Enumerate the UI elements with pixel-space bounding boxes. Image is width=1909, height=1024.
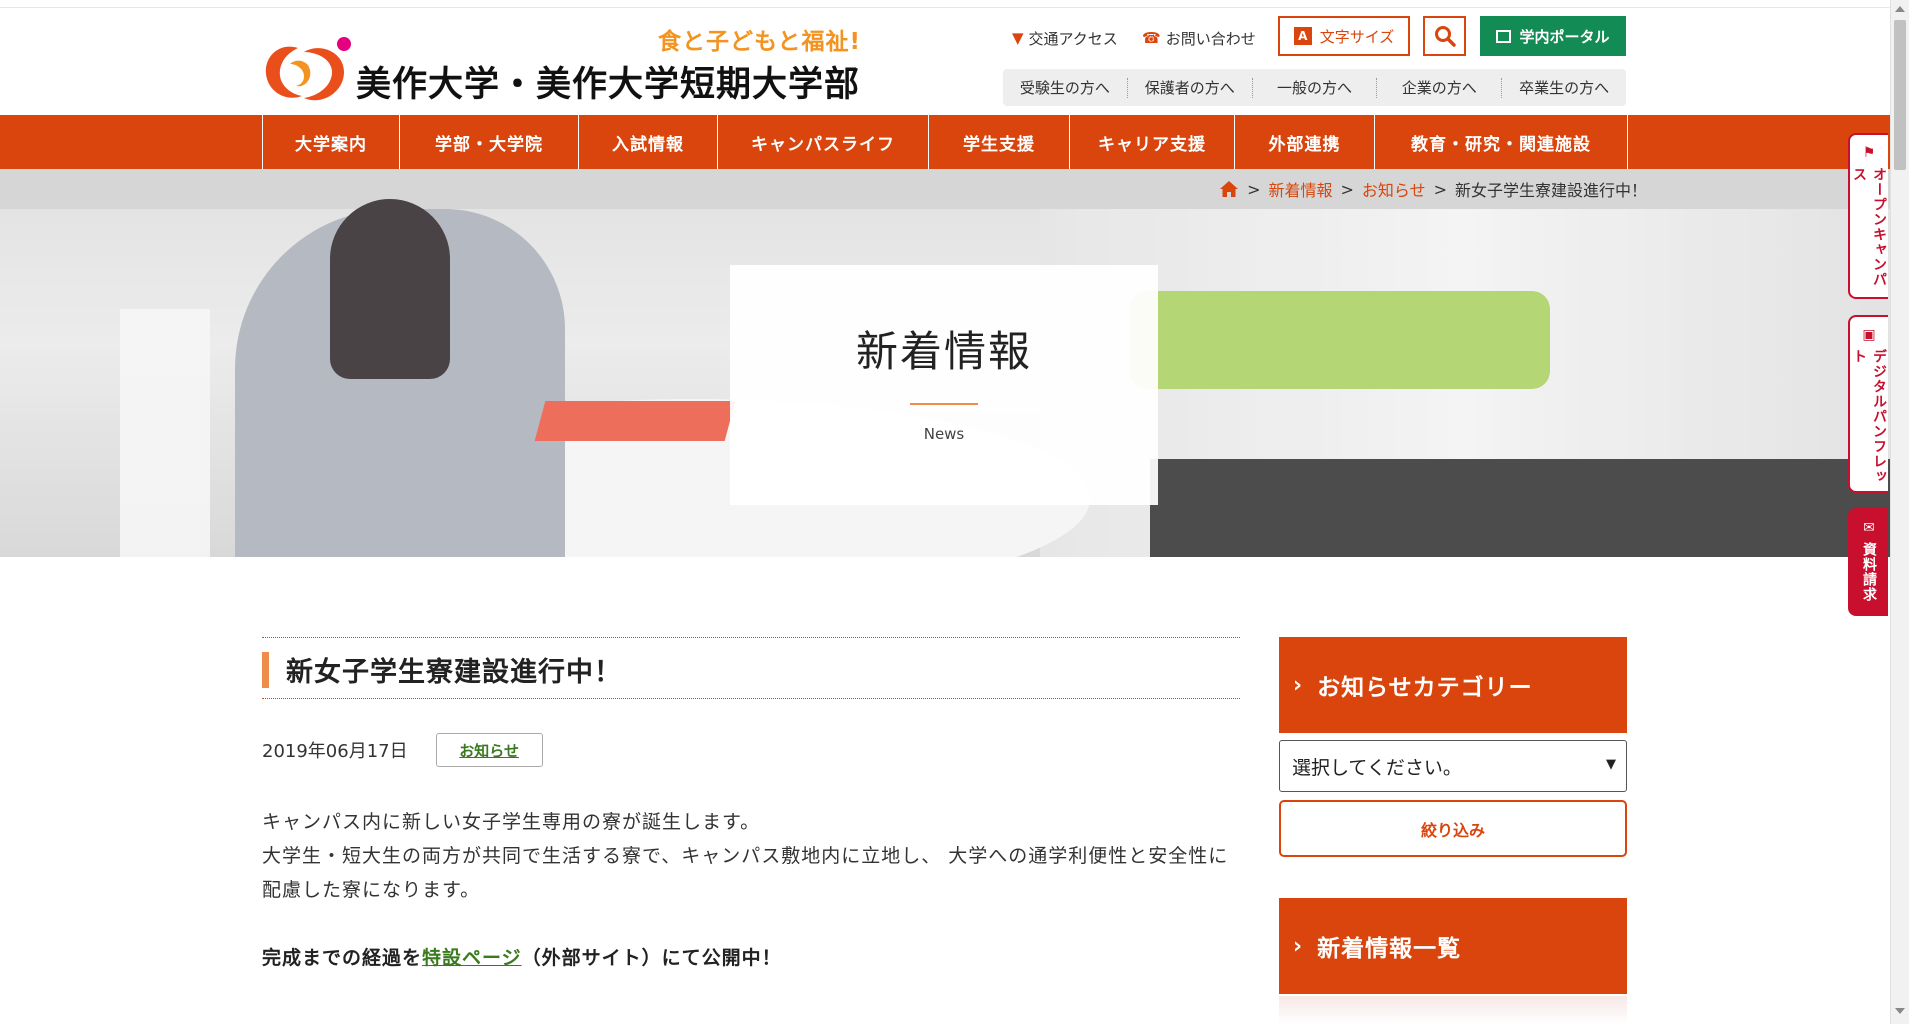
- audience-link-companies[interactable]: 企業の方へ: [1377, 77, 1503, 98]
- open-campus-tab[interactable]: ⚑ オープンキャンパス: [1848, 133, 1888, 299]
- special-page-link[interactable]: 特設ページ: [422, 947, 522, 969]
- nav-item-faculties[interactable]: 学部・大学院: [400, 115, 579, 169]
- mail-icon: ✉: [1863, 520, 1875, 536]
- nav-item-campus-life[interactable]: キャンパスライフ: [718, 115, 929, 169]
- digital-pamphlet-tab[interactable]: ▣ デジタルパンフレット: [1848, 315, 1888, 493]
- search-icon: [1434, 26, 1456, 47]
- breadcrumb: > 新着情報 > お知らせ > 新女子学生寮建設進行中！: [1219, 177, 1647, 201]
- hero-title-box: 新着情報 News: [730, 265, 1158, 505]
- access-label: 交通アクセス: [1028, 29, 1118, 48]
- page-scrollbar[interactable]: [1890, 0, 1909, 1024]
- nav-item-admissions[interactable]: 入試情報: [579, 115, 718, 169]
- site-header: 食と子どもと福祉! 美作大学・美作大学短期大学部 ▼ 交通アクセス ☎ お問い合…: [0, 8, 1890, 115]
- nav-item-external[interactable]: 外部連携: [1235, 115, 1375, 169]
- request-materials-tab[interactable]: ✉ 資料請求: [1848, 508, 1888, 616]
- font-size-label: 文字サイズ: [1319, 27, 1395, 46]
- scroll-down-arrow-icon[interactable]: [1895, 1008, 1905, 1014]
- contact-link[interactable]: ☎ お問い合わせ: [1142, 20, 1256, 56]
- article-meta: 2019年06月17日 お知らせ: [262, 733, 1240, 767]
- nav-item-research[interactable]: 教育・研究・関連施設: [1375, 115, 1628, 169]
- category-select[interactable]: 選択してください。 ▼: [1279, 740, 1627, 792]
- category-select-value: 選択してください。: [1292, 756, 1462, 779]
- article-title: 新女子学生寮建設進行中！: [286, 657, 622, 688]
- font-size-icon: A: [1293, 27, 1312, 45]
- breadcrumb-separator: >: [1247, 179, 1261, 199]
- category-heading-label: お知らせカテゴリー: [1317, 675, 1533, 701]
- portal-icon: [1496, 29, 1512, 43]
- audience-link-applicants[interactable]: 受験生の方へ: [1003, 77, 1128, 98]
- title-divider: [910, 403, 978, 405]
- scroll-up-arrow-icon[interactable]: [1895, 6, 1905, 12]
- site-logo-text[interactable]: 美作大学・美作大学短期大学部: [356, 56, 860, 107]
- article-body: キャンパス内に新しい女子学生専用の寮が誕生します。 大学生・短大生の両方が共同で…: [262, 805, 1240, 975]
- chevron-right-icon: ›: [1293, 672, 1304, 698]
- flag-icon: ⚑: [1862, 145, 1876, 161]
- audience-link-alumni[interactable]: 卒業生の方へ: [1502, 78, 1626, 98]
- global-nav: 大学案内 学部・大学院 入試情報 キャンパスライフ 学生支援 キャリア支援 外部…: [0, 115, 1890, 169]
- chevron-right-icon: ›: [1293, 933, 1304, 959]
- article-paragraph: 大学生・短大生の両方が共同で生活する寮で、キャンパス敷地内に立地し、 大学への通…: [262, 845, 1229, 901]
- article-date: 2019年06月17日: [262, 741, 408, 762]
- filter-button[interactable]: 絞り込み: [1279, 800, 1627, 857]
- title-accent-bar: [262, 652, 269, 688]
- breadcrumb-current: 新女子学生寮建設進行中！: [1454, 181, 1647, 200]
- breadcrumb-news[interactable]: 新着情報: [1268, 177, 1332, 201]
- audience-link-general[interactable]: 一般の方へ: [1253, 77, 1378, 98]
- scroll-thumb[interactable]: [1894, 20, 1906, 170]
- news-list-heading-label: 新着情報一覧: [1317, 936, 1462, 962]
- nav-item-about[interactable]: 大学案内: [263, 115, 400, 169]
- news-list-heading[interactable]: › 新着情報一覧: [1279, 898, 1627, 994]
- nav-item-student-support[interactable]: 学生支援: [929, 115, 1070, 169]
- browser-top-edge: [0, 0, 1909, 8]
- breadcrumb-separator: >: [1340, 179, 1354, 199]
- audience-link-parents[interactable]: 保護者の方へ: [1128, 77, 1253, 98]
- digital-pamphlet-label: デジタルパンフレット: [1851, 349, 1887, 484]
- page-title: 新着情報: [855, 327, 1032, 376]
- home-icon[interactable]: [1219, 180, 1239, 198]
- audience-nav: 受験生の方へ 保護者の方へ 一般の方へ 企業の方へ 卒業生の方へ: [1003, 69, 1626, 106]
- logo-mark-icon[interactable]: [260, 36, 352, 108]
- access-link[interactable]: ▼ 交通アクセス: [1012, 20, 1118, 56]
- breadcrumb-notice[interactable]: お知らせ: [1362, 177, 1426, 201]
- category-heading: › お知らせカテゴリー: [1279, 637, 1627, 733]
- pamphlet-icon: ▣: [1862, 327, 1876, 343]
- article-paragraph-strong: 完成までの経過を特設ページ（外部サイト）にて公開中！: [262, 947, 782, 969]
- tagline: 食と子どもと福祉!: [658, 29, 862, 55]
- article: 新女子学生寮建設進行中！ 2019年06月17日 お知らせ キャンパス内に新しい…: [262, 637, 1240, 975]
- request-materials-label: 資料請求: [1861, 542, 1877, 602]
- phone-icon: ☎: [1142, 29, 1161, 47]
- search-button[interactable]: [1423, 16, 1466, 56]
- portal-button[interactable]: 学内ポータル: [1480, 16, 1626, 56]
- portal-label: 学内ポータル: [1519, 27, 1610, 46]
- nav-item-career[interactable]: キャリア支援: [1070, 115, 1235, 169]
- breadcrumb-separator: >: [1433, 179, 1447, 199]
- font-size-button[interactable]: A 文字サイズ: [1278, 16, 1410, 56]
- open-campus-label: オープンキャンパス: [1851, 167, 1887, 287]
- dropdown-arrow-icon: ▼: [1606, 757, 1616, 772]
- category-tag[interactable]: お知らせ: [435, 733, 543, 767]
- map-pin-icon: ▼: [1012, 29, 1024, 47]
- contact-label: お問い合わせ: [1165, 29, 1256, 48]
- page-subtitle: News: [923, 425, 965, 443]
- article-title-block: 新女子学生寮建設進行中！: [262, 637, 1240, 699]
- article-paragraph: キャンパス内に新しい女子学生専用の寮が誕生します。: [262, 811, 761, 833]
